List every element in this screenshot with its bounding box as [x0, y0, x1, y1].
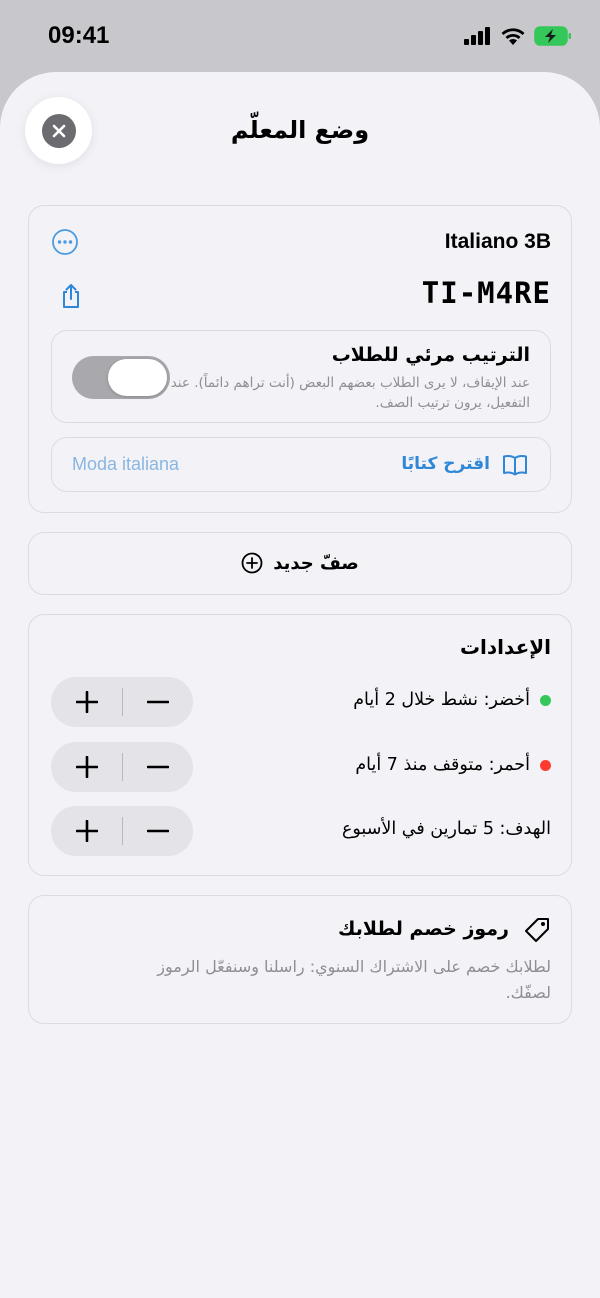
- decrement-button[interactable]: [122, 742, 193, 792]
- ranking-visibility-title: الترتيب مرئي للطلاب: [331, 344, 530, 366]
- book-title-value: Moda italiana: [72, 454, 180, 474]
- setting-row-goal: الهدف: 5 تمارين في الأسبوع: [29, 806, 571, 856]
- increment-button[interactable]: [51, 742, 122, 792]
- add-circle-icon: [241, 552, 263, 574]
- ranking-visibility-toggle[interactable]: [72, 356, 170, 399]
- setting-row-red: أحمر: متوقف منذ 7 أيام: [29, 742, 571, 792]
- minus-icon: [146, 700, 169, 704]
- new-class-button[interactable]: صفّ جديد: [28, 532, 572, 595]
- status-time: 09:41: [48, 22, 110, 49]
- setting-label: الهدف: 5 تمارين في الأسبوع: [342, 819, 551, 839]
- battery-icon: [534, 26, 571, 46]
- decrement-button[interactable]: [122, 677, 193, 727]
- setting-label-text: أحمر: متوقف منذ 7 أيام: [355, 755, 530, 775]
- class-name: Italiano 3B: [444, 230, 551, 253]
- status-bar: 09:41: [0, 0, 600, 72]
- ranking-visibility-description: عند الإيقاف، لا يرى الطلاب بعضهم البعض (…: [170, 375, 530, 411]
- increment-button[interactable]: [51, 806, 122, 856]
- settings-card: الإعدادات أخضر: نشط خلال 2 أيام أحمر: مت…: [28, 614, 572, 876]
- plus-icon: [75, 820, 98, 842]
- setting-row-green: أخضر: نشط خلال 2 أيام: [29, 677, 571, 727]
- book-icon: [503, 455, 527, 476]
- setting-label: أخضر: نشط خلال 2 أيام: [353, 690, 551, 710]
- minus-icon: [146, 829, 169, 833]
- new-class-label: صفّ جديد: [273, 552, 359, 574]
- plus-icon: [75, 756, 98, 778]
- setting-label: أحمر: متوقف منذ 7 أيام: [355, 755, 551, 775]
- teacher-mode-sheet: وضع المعلّم Italiano 3B TI-M4RE الترتيب …: [0, 72, 600, 1298]
- suggest-book-label: اقترح كتابًا: [401, 454, 490, 474]
- increment-button[interactable]: [51, 677, 122, 727]
- signal-icon: [464, 27, 490, 45]
- wifi-icon: [501, 27, 525, 45]
- share-icon[interactable]: [60, 283, 82, 309]
- green-dot-icon: [540, 694, 551, 706]
- toggle-knob: [108, 359, 167, 396]
- settings-title: الإعدادات: [459, 635, 551, 659]
- new-class-content: صفّ جديد: [29, 552, 571, 574]
- suggest-book-field[interactable]: اقترح كتابًا Moda italiana: [51, 437, 551, 492]
- class-card: Italiano 3B TI-M4RE الترتيب مرئي للطلاب …: [28, 205, 572, 513]
- ranking-visibility-setting: الترتيب مرئي للطلاب عند الإيقاف، لا يرى …: [51, 330, 551, 423]
- discount-title: رموز خصم لطلابك: [338, 918, 509, 940]
- setting-label-text: أخضر: نشط خلال 2 أيام: [353, 690, 530, 710]
- status-icons: [464, 26, 572, 46]
- setting-label-text: الهدف: 5 تمارين في الأسبوع: [341, 819, 551, 839]
- tag-icon: [525, 918, 549, 942]
- minus-icon: [146, 765, 169, 769]
- weekly-goal-stepper: [51, 806, 193, 856]
- discount-codes-card: رموز خصم لطلابك لطلابك خصم على الاشتراك …: [28, 895, 572, 1024]
- red-dot-icon: [540, 759, 551, 771]
- green-days-stepper: [51, 677, 193, 727]
- class-code: TI-M4RE: [421, 276, 551, 310]
- red-days-stepper: [51, 742, 193, 792]
- discount-description: لطلابك خصم على الاشتراك السنوي: راسلنا و…: [157, 957, 551, 1002]
- more-options-icon[interactable]: [51, 228, 79, 256]
- plus-icon: [75, 691, 98, 713]
- decrement-button[interactable]: [122, 806, 193, 856]
- sheet-title: وضع المعلّم: [230, 116, 370, 144]
